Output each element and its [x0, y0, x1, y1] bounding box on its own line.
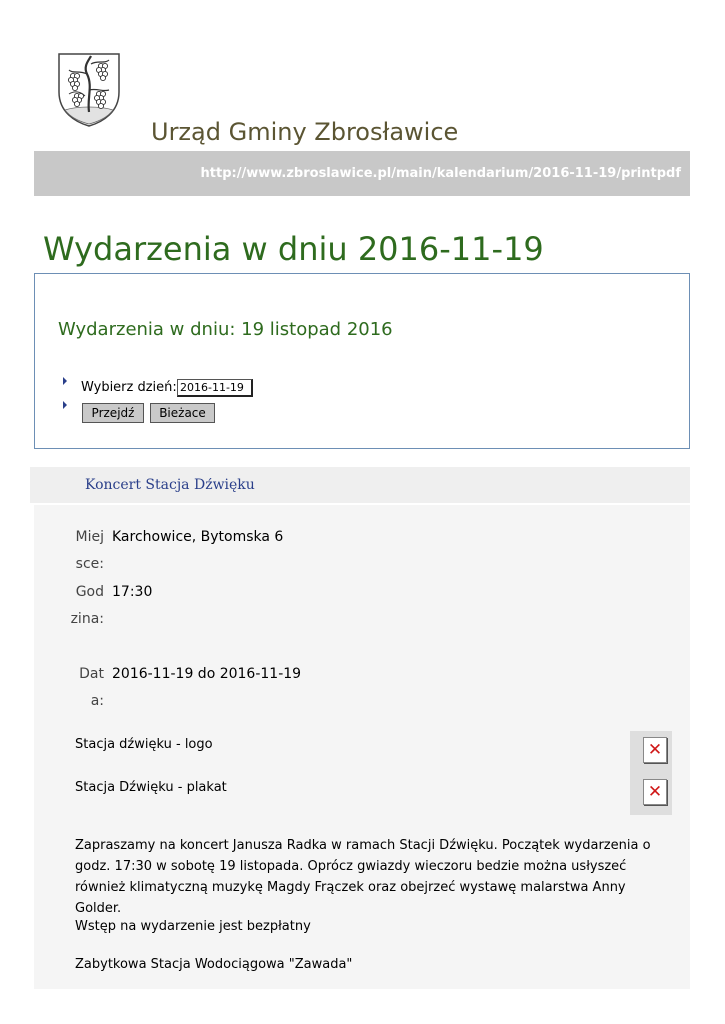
site-title: Urząd Gminy Zbrosławice: [151, 118, 459, 146]
broken-image-icon: ✕: [643, 779, 667, 805]
calendar-box: Wydarzenia w dniu: 19 listopad 2016 Wybi…: [34, 273, 690, 449]
page-url[interactable]: http://www.zbroslawice.pl/main/kalendari…: [201, 166, 681, 181]
date-input[interactable]: [177, 379, 253, 397]
attachment-label-logo: Stacja dźwięku - logo: [75, 737, 213, 752]
url-bar: http://www.zbroslawice.pl/main/kalendari…: [34, 151, 690, 196]
coat-of-arms-icon: [55, 50, 123, 128]
today-button[interactable]: Bieżace: [150, 403, 215, 423]
attachment-label-poster: Stacja Dźwięku - plakat: [75, 780, 227, 795]
event-details: Miejsce: Karchowice, Bytomska 6 Godzina:…: [34, 505, 690, 989]
event-description: Zapraszamy na koncert Janusza Radka w ra…: [75, 838, 651, 916]
field-label-date: Data:: [79, 666, 104, 709]
calendar-box-title: Wydarzenia w dniu: 19 listopad 2016: [58, 319, 393, 340]
event-header: Koncert Stacja Dźwięku: [30, 467, 690, 503]
field-value-place: Karchowice, Bytomska 6: [112, 529, 284, 545]
field-value-date: 2016-11-19 do 2016-11-19: [112, 666, 302, 682]
date-label: Wybierz dzień:: [81, 380, 177, 395]
event-title[interactable]: Koncert Stacja Dźwięku: [85, 477, 255, 493]
page-title: Wydarzenia w dniu 2016-11-19: [43, 230, 544, 268]
field-value-time: 17:30: [112, 584, 153, 600]
attachment-poster[interactable]: ✕: [630, 773, 672, 815]
field-label-place: Miejsce:: [75, 529, 104, 572]
attachment-logo[interactable]: ✕: [630, 731, 672, 773]
field-label-time: Godzina:: [70, 584, 104, 627]
broken-image-icon: ✕: [643, 737, 667, 763]
bullet-icon: [63, 401, 67, 409]
bullet-icon: [63, 377, 67, 385]
event-admission: Wstęp na wydarzenie jest bezpłatny: [75, 919, 311, 934]
event-venue: Zabytkowa Stacja Wodociągowa "Zawada": [75, 957, 353, 972]
go-button[interactable]: Przejdź: [82, 403, 144, 423]
